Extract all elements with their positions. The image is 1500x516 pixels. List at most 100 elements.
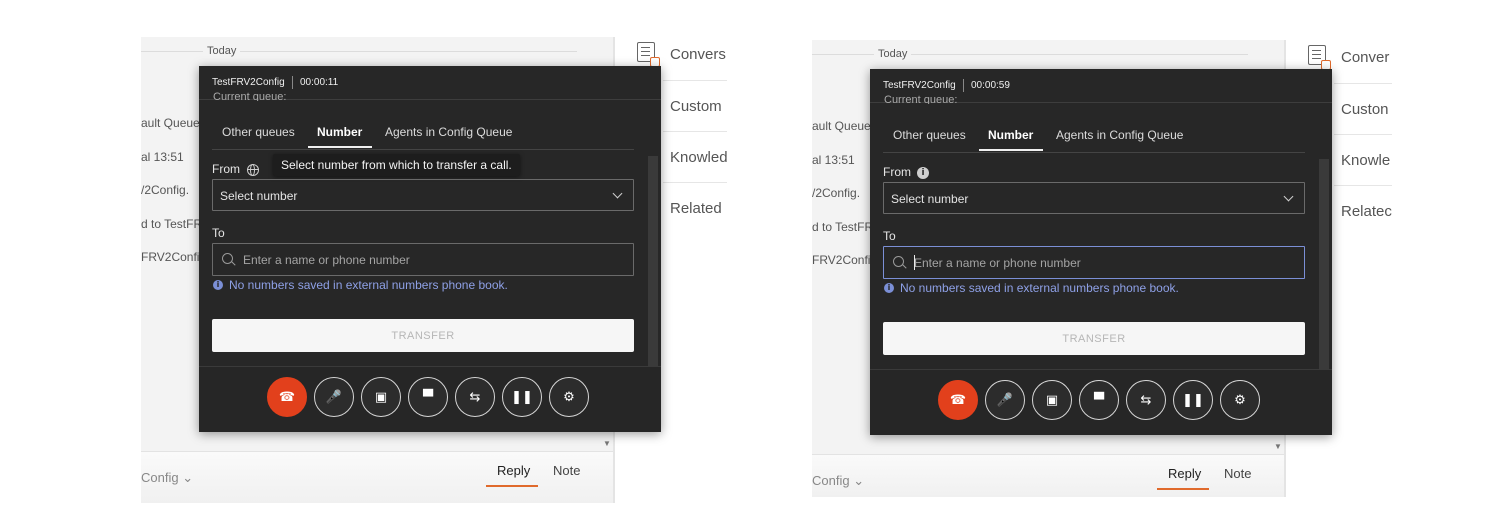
mute-button[interactable]: 🎤: [985, 380, 1025, 420]
transfer-icon: ⇆: [1140, 392, 1152, 408]
panel-item-knowledge[interactable]: Knowle: [1341, 152, 1390, 169]
search-icon: [893, 256, 904, 267]
transfer-tabs: Other queues Number Agents in Config Que…: [212, 123, 634, 150]
hold-button[interactable]: ❚❚: [502, 377, 542, 417]
to-label: To: [883, 229, 896, 243]
number-select[interactable]: Select number: [883, 182, 1305, 214]
screen-share-icon: ▀: [423, 389, 433, 405]
from-tooltip: Select number from which to transfer a c…: [273, 154, 520, 176]
tab-agents-in-config-queue[interactable]: Agents in Config Queue: [385, 125, 512, 139]
transfer-button[interactable]: TRANSFER: [883, 322, 1305, 355]
call-title: TestFRV2Config: [883, 80, 956, 91]
reply-tab-underline: [486, 485, 538, 487]
transfer-call-button[interactable]: ⇆: [455, 377, 495, 417]
recipient-search-input[interactable]: [243, 252, 623, 268]
note-tab[interactable]: Note: [1224, 466, 1251, 481]
screen-share-button[interactable]: ▀: [408, 377, 448, 417]
transfer-tabs: Other queues Number Agents in Config Que…: [883, 126, 1305, 153]
transfer-dialog: TestFRV2Config 00:00:59 Current queue: O…: [870, 69, 1332, 435]
chat-line: /2Config.: [812, 186, 861, 200]
video-button[interactable]: ▣: [1032, 380, 1072, 420]
to-label: To: [212, 226, 225, 240]
divider: [1334, 134, 1392, 135]
panel-item-conversation[interactable]: Convers: [670, 46, 726, 63]
reply-tab[interactable]: Reply: [1168, 466, 1201, 481]
video-off-icon: ▣: [1045, 392, 1059, 408]
chat-line: FRV2Confi: [812, 253, 871, 267]
settings-button[interactable]: ⚙: [1220, 380, 1260, 420]
queue-selector[interactable]: Config ⌄: [812, 473, 864, 489]
number-select-value: Select number: [891, 192, 969, 206]
call-title: TestFRV2Config: [212, 77, 285, 88]
tab-number[interactable]: Number: [988, 128, 1033, 142]
chat-line: ault Queue: [141, 116, 200, 130]
chat-line: /2Config.: [141, 183, 190, 197]
search-icon: [222, 253, 233, 264]
info-icon: i: [884, 283, 894, 293]
scroll-down-icon[interactable]: ▼: [603, 439, 611, 448]
mute-icon: 🎤: [325, 389, 343, 405]
settings-icon: ⚙: [563, 389, 575, 405]
phonebook-hint: No numbers saved in external numbers pho…: [229, 278, 508, 292]
hold-button[interactable]: ❚❚: [1173, 380, 1213, 420]
panel-item-knowledge[interactable]: Knowled: [670, 149, 727, 166]
reply-tab-underline: [1157, 488, 1209, 490]
panel-item-related[interactable]: Relatec: [1341, 203, 1392, 220]
screen-share-icon: ▀: [1094, 392, 1104, 408]
call-timer: 00:00:59: [971, 80, 1010, 91]
recipient-search-input[interactable]: [914, 255, 1294, 271]
conversation-icon: [637, 42, 660, 67]
note-tab[interactable]: Note: [553, 463, 580, 478]
info-icon[interactable]: [247, 164, 259, 176]
hangup-icon: ☎: [278, 389, 296, 405]
number-select[interactable]: Select number: [212, 179, 634, 211]
divider: [1334, 185, 1392, 186]
transfer-dialog: TestFRV2Config 00:00:11 Current queue: O…: [199, 66, 661, 432]
panel-item-related[interactable]: Related: [670, 200, 722, 217]
screen-share-button[interactable]: ▀: [1079, 380, 1119, 420]
video-button[interactable]: ▣: [361, 377, 401, 417]
divider: [663, 131, 727, 132]
tab-other-queues[interactable]: Other queues: [893, 128, 966, 142]
tab-agents-in-config-queue[interactable]: Agents in Config Queue: [1056, 128, 1183, 142]
transfer-call-button[interactable]: ⇆: [1126, 380, 1166, 420]
hold-icon: ❚❚: [511, 389, 533, 405]
scroll-down-icon[interactable]: ▼: [1274, 442, 1282, 451]
from-label: From: [212, 162, 240, 176]
tab-number[interactable]: Number: [317, 125, 362, 139]
queue-selector[interactable]: Config ⌄: [141, 470, 193, 486]
composer-footer: Config ⌄ Reply Note: [812, 454, 1284, 497]
active-tab-underline: [308, 146, 372, 148]
recipient-search[interactable]: [212, 243, 634, 276]
cut-off-text: Current queue:: [884, 94, 958, 104]
settings-button[interactable]: ⚙: [549, 377, 589, 417]
chevron-down-icon: [612, 188, 623, 199]
phonebook-hint: No numbers saved in external numbers pho…: [900, 281, 1179, 295]
hangup-button[interactable]: ☎: [938, 380, 978, 420]
video-off-icon: ▣: [374, 389, 388, 405]
panel-item-customer[interactable]: Custom: [670, 98, 722, 115]
today-label: Today: [874, 48, 912, 60]
recipient-search[interactable]: [883, 246, 1305, 279]
transfer-button[interactable]: TRANSFER: [212, 319, 634, 352]
divider: [663, 182, 727, 183]
from-label: From: [883, 165, 911, 179]
panel-item-customer[interactable]: Custon: [1341, 101, 1389, 118]
panel-item-conversation[interactable]: Conver: [1341, 49, 1389, 66]
tab-other-queues[interactable]: Other queues: [222, 125, 295, 139]
dialog-scrollbar[interactable]: [1319, 159, 1329, 369]
dialog-scrollbar[interactable]: [648, 156, 658, 366]
info-icon[interactable]: i: [917, 167, 929, 179]
call-controls: ☎ 🎤 ▣ ▀ ⇆ ❚❚ ⚙: [870, 369, 1332, 435]
divider: [1334, 83, 1392, 84]
reply-tab[interactable]: Reply: [497, 463, 530, 478]
divider: [663, 80, 727, 81]
mute-button[interactable]: 🎤: [314, 377, 354, 417]
chat-line: ault Queue: [812, 119, 871, 133]
chat-line: d to TestFR: [812, 220, 874, 234]
chat-line: FRV2Confi: [141, 250, 200, 264]
mute-icon: 🎤: [996, 392, 1014, 408]
hangup-button[interactable]: ☎: [267, 377, 307, 417]
number-select-value: Select number: [220, 189, 298, 203]
hold-icon: ❚❚: [1182, 392, 1204, 408]
